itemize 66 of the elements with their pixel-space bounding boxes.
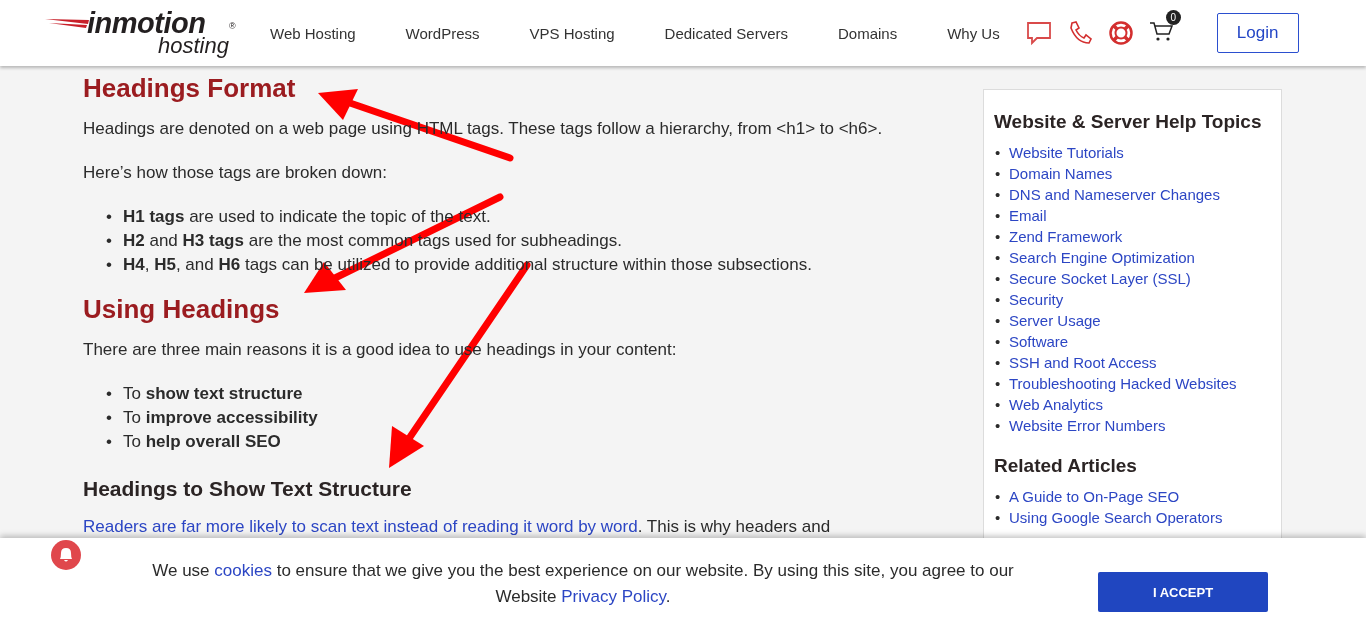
section-heading: Headings Format <box>83 72 297 105</box>
section-heading: Using Headings <box>83 293 281 326</box>
bullet-marker: • <box>995 269 1002 289</box>
bullet-marker: • <box>106 383 113 405</box>
login-button[interactable]: Login <box>1216 13 1299 53</box>
paragraph: Readers are far more likely to scan text instead of reading it word by word. This is why headers and <box>83 516 832 538</box>
bullet-text: To help overall SEO <box>123 431 281 453</box>
sidebar-link[interactable]: Website Error Numbers <box>1009 415 1166 436</box>
cart-count-badge: 0 <box>1165 10 1181 25</box>
nav-link[interactable]: VPS Hosting <box>529 24 615 42</box>
sidebar-link[interactable]: Website Tutorials <box>1009 142 1124 163</box>
paragraph: Here’s how those tags are broken down: <box>83 162 388 184</box>
sidebar-link[interactable]: Secure Socket Layer (SSL) <box>1009 268 1191 289</box>
sidebar-link[interactable]: Email <box>1009 205 1047 226</box>
bullet-marker: • <box>995 164 1002 184</box>
sidebar-link[interactable]: Troubleshooting Hacked Websites <box>1009 373 1237 394</box>
bullet-text: H1 tags are used to indicate the topic of the text. <box>123 206 491 228</box>
nav-link[interactable]: Dedicated Servers <box>664 24 788 42</box>
bullet-marker: • <box>995 395 1002 415</box>
nav-link[interactable]: Domains <box>838 24 898 42</box>
cookie-message: We use cookies to ensure that we give you the best experience on our website. By using this site, you agree to our Website Privacy Policy. <box>151 560 1015 608</box>
bullet-marker: • <box>995 353 1002 373</box>
sidebar-link[interactable]: A Guide to On-Page SEO <box>1009 486 1180 507</box>
bullet-marker: • <box>995 374 1002 394</box>
bullet-marker: • <box>995 311 1002 331</box>
sidebar-link[interactable]: Security <box>1009 289 1064 310</box>
bullet-marker: • <box>106 254 113 276</box>
logo[interactable]: inmotion ® hosting <box>45 7 240 59</box>
nav-link[interactable]: WordPress <box>405 24 480 42</box>
bullet-marker: • <box>106 407 113 429</box>
accept-button[interactable]: I ACCEPT <box>1098 572 1268 612</box>
nav-link[interactable]: Why Us <box>947 24 1000 42</box>
sidebar-heading: Related Articles <box>994 454 1138 478</box>
bullet-marker: • <box>995 206 1002 226</box>
sidebar-link[interactable]: Using Google Search Operators <box>1009 507 1223 528</box>
bullet-marker: • <box>995 227 1002 247</box>
bullet-marker: • <box>995 185 1002 205</box>
sidebar-link[interactable]: Domain Names <box>1009 163 1113 184</box>
bullet-text: To show text structure <box>123 383 303 405</box>
sidebar-link[interactable]: Search Engine Optimization <box>1009 247 1195 268</box>
sidebar-link[interactable]: Software <box>1009 331 1069 352</box>
subsection-heading: Headings to Show Text Structure <box>83 476 413 502</box>
bullet-marker: • <box>106 206 113 228</box>
bullet-marker: • <box>995 487 1002 507</box>
bullet-text: To improve accessibility <box>123 407 318 429</box>
sidebar-heading: Website & Server Help Topics <box>994 110 1263 134</box>
sidebar-link[interactable]: Zend Framework <box>1009 226 1123 247</box>
cookies-link[interactable]: cookies <box>214 561 272 580</box>
sidebar-link[interactable]: Server Usage <box>1009 310 1101 331</box>
bullet-marker: • <box>995 248 1002 268</box>
bullet-marker: • <box>995 290 1002 310</box>
bullet-marker: • <box>995 416 1002 436</box>
sidebar-link[interactable]: SSH and Root Access <box>1009 352 1157 373</box>
bullet-marker: • <box>106 431 113 453</box>
sidebar-link[interactable]: Web Analytics <box>1009 394 1103 415</box>
chat-icon[interactable] <box>1025 20 1052 46</box>
bullet-marker: • <box>995 143 1002 163</box>
privacy-policy-link[interactable]: Privacy Policy <box>561 587 666 606</box>
bullet-marker: • <box>106 230 113 252</box>
bullet-marker: • <box>995 332 1002 352</box>
notification-bell-icon[interactable] <box>50 539 82 571</box>
sidebar-link[interactable]: DNS and Nameserver Changes <box>1009 184 1220 205</box>
nav-link[interactable]: Web Hosting <box>270 24 356 42</box>
bullet-marker: • <box>995 508 1002 528</box>
text-link[interactable]: Readers are far more likely to scan text instead of reading it word by word <box>83 517 638 536</box>
lifebuoy-icon[interactable] <box>1107 20 1134 46</box>
